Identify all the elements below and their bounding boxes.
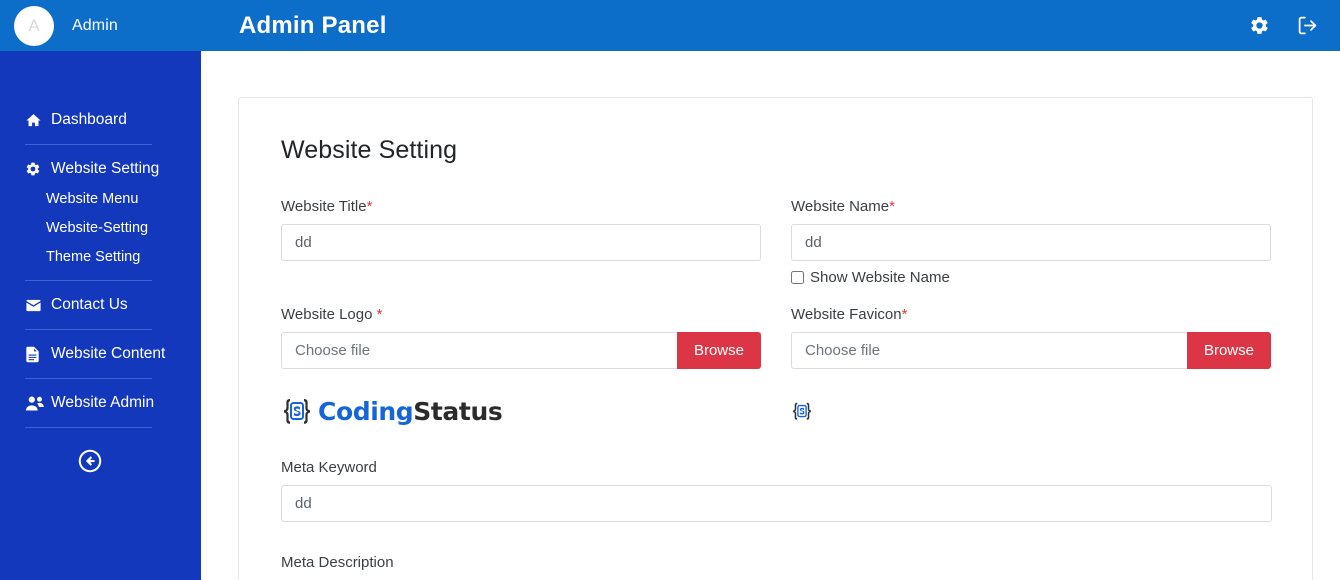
form-row-titles: Website Title* Website Name* Show Websit… bbox=[281, 198, 1270, 286]
admin-panel-page: A Admin Admin Panel bbox=[0, 0, 1340, 580]
meta-keyword-input[interactable] bbox=[281, 485, 1272, 522]
logo-wordmark: CodingStatus bbox=[318, 397, 502, 426]
gear-icon[interactable] bbox=[1248, 15, 1270, 37]
favicon-mark-icon bbox=[791, 400, 813, 422]
circle-arrow-left-icon[interactable] bbox=[77, 448, 103, 479]
sidebar-divider bbox=[25, 329, 152, 330]
codingstatus-logo: CodingStatus bbox=[281, 395, 502, 427]
required-mark: * bbox=[377, 306, 383, 323]
gear-icon bbox=[25, 161, 46, 177]
sign-out-icon[interactable] bbox=[1296, 15, 1318, 37]
meta-description-label: Meta Description bbox=[281, 554, 1272, 571]
sidebar-divider bbox=[25, 378, 152, 379]
sidebar-subitem-theme-setting[interactable]: Theme Setting bbox=[0, 242, 201, 271]
form-row-meta-description: Meta Description bbox=[281, 542, 1270, 580]
website-setting-card: Website Setting Website Title* Website N… bbox=[238, 97, 1313, 580]
show-website-name-checkbox[interactable] bbox=[791, 271, 804, 284]
sidebar-subitem-label: Website-Setting bbox=[46, 220, 148, 236]
website-logo-label: Website Logo * bbox=[281, 306, 761, 323]
required-mark: * bbox=[902, 306, 908, 323]
sidebar-item-website-admin[interactable]: Website Admin bbox=[0, 388, 201, 418]
sidebar-item-label: Contact Us bbox=[51, 296, 128, 314]
website-favicon-preview bbox=[791, 383, 1271, 439]
sidebar-subitem-label: Website Menu bbox=[46, 191, 138, 207]
brand-name: Admin bbox=[72, 17, 118, 35]
website-favicon-browse-button[interactable]: Browse bbox=[1187, 332, 1271, 369]
website-favicon-file-placeholder[interactable]: Choose file bbox=[791, 332, 1187, 369]
field-meta-description: Meta Description bbox=[281, 542, 1272, 580]
website-favicon-file-group: Choose file Browse bbox=[791, 332, 1271, 369]
main-content: Website Setting Website Title* Website N… bbox=[201, 51, 1340, 580]
envelope-icon bbox=[25, 297, 46, 314]
user-gear-icon bbox=[25, 395, 46, 412]
field-website-name: Website Name* Show Website Name bbox=[791, 198, 1271, 286]
home-icon bbox=[25, 112, 46, 129]
field-website-title: Website Title* bbox=[281, 198, 761, 286]
sidebar-item-website-content[interactable]: Website Content bbox=[0, 339, 201, 369]
avatar: A bbox=[14, 6, 54, 46]
required-mark: * bbox=[367, 198, 373, 215]
top-bar: A Admin Admin Panel bbox=[0, 0, 1340, 51]
form-row-uploads: Website Logo * Choose file Browse bbox=[281, 306, 1270, 439]
card-title: Website Setting bbox=[281, 136, 1270, 165]
logo-text-coding: Coding bbox=[318, 397, 413, 426]
logo-text-status: Status bbox=[413, 397, 502, 426]
brand-zone: A Admin bbox=[0, 0, 201, 51]
field-meta-keyword: Meta Keyword bbox=[281, 459, 1272, 522]
logo-mark-icon bbox=[281, 395, 313, 427]
sidebar-item-contact-us[interactable]: Contact Us bbox=[0, 290, 201, 320]
website-name-input[interactable] bbox=[791, 224, 1271, 261]
sidebar-divider bbox=[25, 427, 152, 428]
sidebar-item-label: Website Admin bbox=[51, 394, 154, 412]
form-row-meta-keyword: Meta Keyword bbox=[281, 459, 1270, 522]
sidebar-collapse-wrap bbox=[0, 437, 201, 479]
website-logo-file-group: Choose file Browse bbox=[281, 332, 761, 369]
website-title-input[interactable] bbox=[281, 224, 761, 261]
topbar-actions bbox=[1248, 15, 1340, 37]
sidebar-subitem-website-setting[interactable]: Website-Setting bbox=[0, 213, 201, 242]
page-title: Admin Panel bbox=[239, 12, 387, 40]
sidebar-item-label: Website Setting bbox=[51, 160, 159, 178]
sidebar-subitem-website-menu[interactable]: Website Menu bbox=[0, 184, 201, 213]
website-logo-preview: CodingStatus bbox=[281, 383, 761, 439]
file-icon bbox=[25, 346, 46, 363]
sidebar-divider bbox=[25, 280, 152, 281]
field-website-logo: Website Logo * Choose file Browse bbox=[281, 306, 761, 439]
sidebar-subitem-label: Theme Setting bbox=[46, 249, 140, 265]
website-favicon-label: Website Favicon* bbox=[791, 306, 1271, 323]
website-logo-browse-button[interactable]: Browse bbox=[677, 332, 761, 369]
sidebar-item-label: Website Content bbox=[51, 345, 165, 363]
show-website-name-label[interactable]: Show Website Name bbox=[810, 269, 950, 286]
sidebar-item-website-setting[interactable]: Website Setting bbox=[0, 154, 201, 184]
sidebar: Dashboard Website Setting Website Menu W… bbox=[0, 51, 201, 580]
show-website-name-row: Show Website Name bbox=[791, 269, 1271, 286]
sidebar-item-dashboard[interactable]: Dashboard bbox=[0, 105, 201, 135]
website-logo-file-placeholder[interactable]: Choose file bbox=[281, 332, 677, 369]
website-name-label: Website Name* bbox=[791, 198, 1271, 215]
meta-keyword-label: Meta Keyword bbox=[281, 459, 1272, 476]
website-title-label: Website Title* bbox=[281, 198, 761, 215]
sidebar-item-label: Dashboard bbox=[51, 111, 127, 129]
field-website-favicon: Website Favicon* Choose file Browse bbox=[791, 306, 1271, 439]
sidebar-divider bbox=[25, 144, 152, 145]
required-mark: * bbox=[889, 198, 895, 215]
